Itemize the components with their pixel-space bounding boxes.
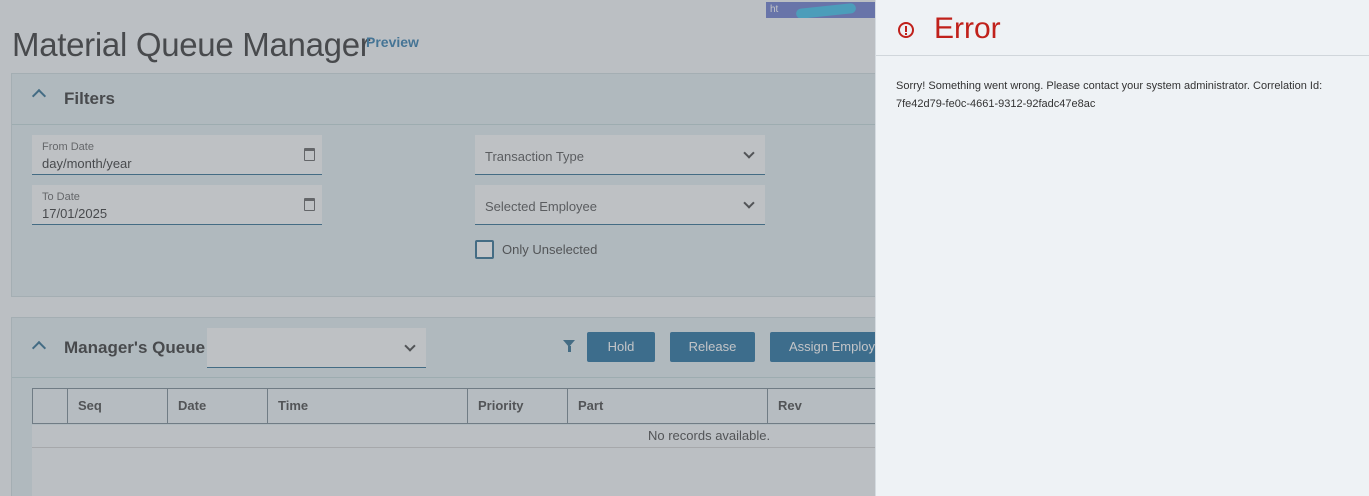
error-message: Sorry! Something went wrong. Please cont… bbox=[896, 80, 1323, 110]
error-icon bbox=[898, 22, 914, 38]
error-panel: Error Sorry! Something went wrong. Pleas… bbox=[875, 0, 1369, 496]
error-title: Error bbox=[934, 12, 1001, 45]
error-header: Error bbox=[876, 0, 1369, 56]
modal-backdrop[interactable] bbox=[0, 0, 875, 496]
main-app: Material Queue Manager Preview ht Filter… bbox=[0, 0, 875, 496]
